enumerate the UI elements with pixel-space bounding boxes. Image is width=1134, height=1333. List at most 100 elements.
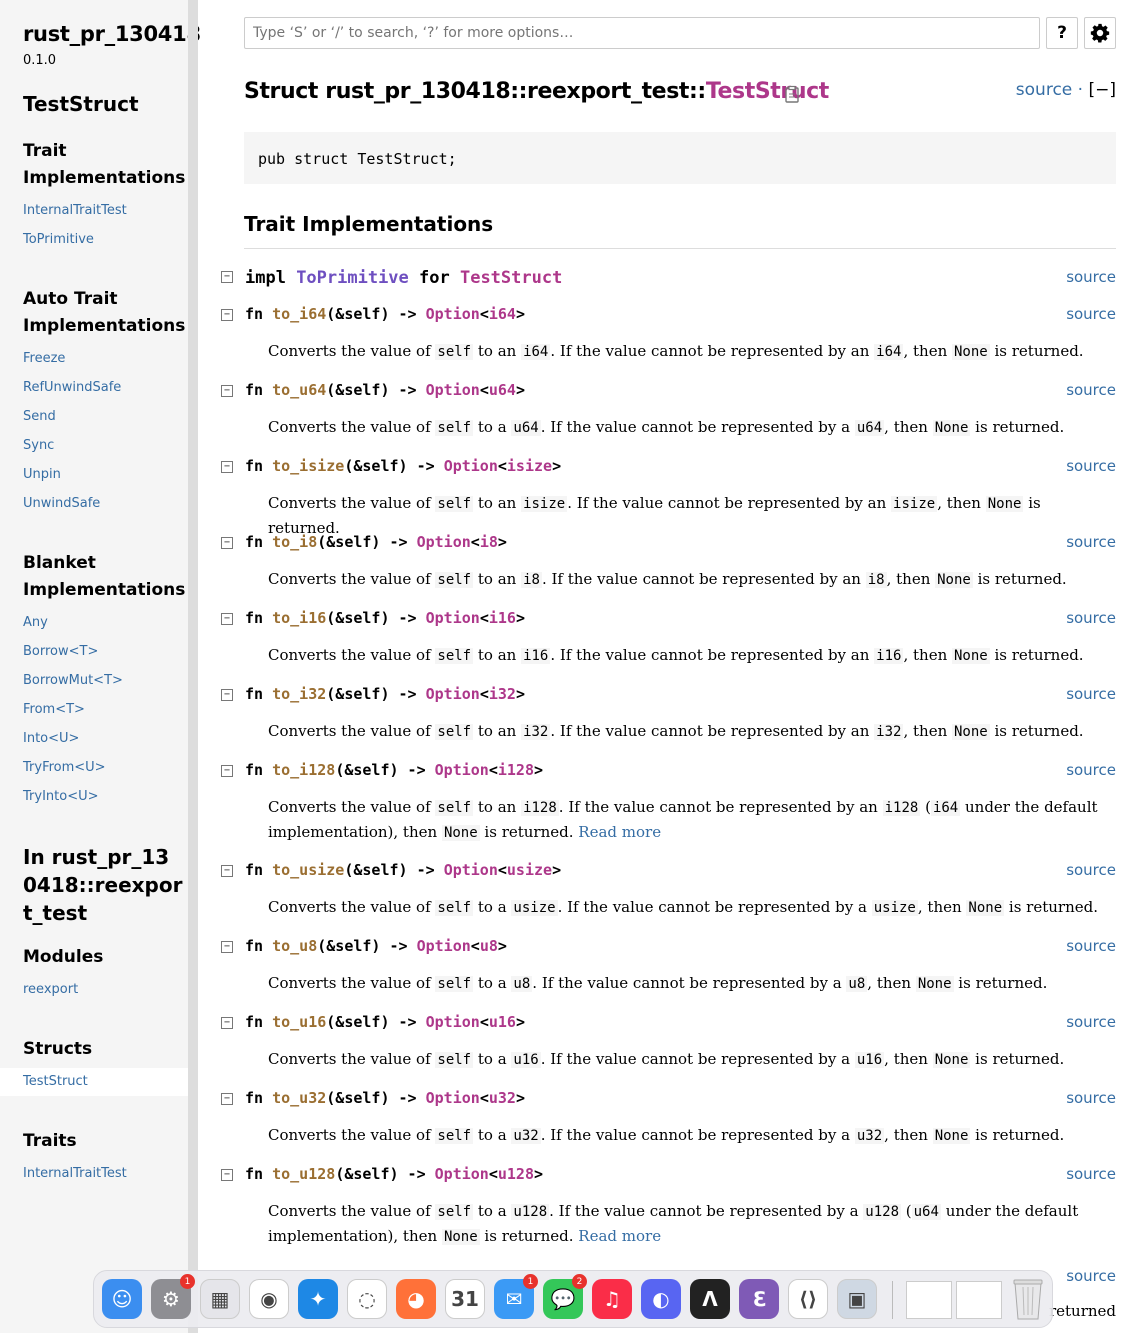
messages-icon[interactable]: 💬 2 <box>543 1274 587 1319</box>
method-toggle[interactable]: − <box>221 309 233 321</box>
method-source-link[interactable]: source <box>1066 1089 1116 1107</box>
option-type-link[interactable]: Option <box>444 861 498 879</box>
sidebar-link-trait[interactable]: InternalTraitTest <box>23 1166 127 1182</box>
partial-source-link[interactable]: source <box>1066 1267 1116 1285</box>
return-type-link[interactable]: u128 <box>498 1165 534 1183</box>
title-struct-name[interactable]: TestStruct <box>706 79 829 104</box>
method-source-link[interactable]: source <box>1066 1013 1116 1031</box>
method-toggle[interactable]: − <box>221 385 233 397</box>
discord-icon[interactable]: ◐ <box>641 1279 681 1319</box>
method-name-link[interactable]: to_u64 <box>272 381 326 399</box>
method-name-link[interactable]: to_u32 <box>272 1089 326 1107</box>
help-button[interactable]: ? <box>1046 17 1078 49</box>
method-name-link[interactable]: to_isize <box>272 457 344 475</box>
terminal-app-icon[interactable]: Λ <box>690 1279 730 1319</box>
option-type-link[interactable]: Option <box>435 761 489 779</box>
sidebar-heading-trait-impls[interactable]: Trait Implementations <box>23 138 185 192</box>
sidebar-link-blanket-impl[interactable]: Into<U> <box>23 731 79 747</box>
return-type-link[interactable]: i8 <box>480 533 498 551</box>
sidebar-link-auto-trait[interactable]: Unpin <box>23 467 61 483</box>
crate-name[interactable]: rust_pr_130418 <box>23 22 201 46</box>
title-source-link[interactable]: source <box>1016 80 1072 100</box>
option-type-link[interactable]: Option <box>444 457 498 475</box>
music-icon[interactable]: ♫ <box>592 1279 632 1319</box>
sidebar-heading-traits[interactable]: Traits <box>23 1128 183 1155</box>
collapse-all-toggle[interactable]: [−] <box>1088 80 1116 100</box>
sidebar-link-auto-trait[interactable]: UnwindSafe <box>23 496 100 512</box>
method-name-link[interactable]: to_u8 <box>272 937 317 955</box>
return-type-link[interactable]: i32 <box>489 685 516 703</box>
system-settings-icon[interactable]: ⚙ 1 <box>151 1274 195 1319</box>
return-type-link[interactable]: i64 <box>489 305 516 323</box>
option-type-link[interactable]: Option <box>426 305 480 323</box>
method-source-link[interactable]: source <box>1066 457 1116 475</box>
return-type-link[interactable]: isize <box>507 457 552 475</box>
method-toggle[interactable]: − <box>221 613 233 625</box>
return-type-link[interactable]: u64 <box>489 381 516 399</box>
method-source-link[interactable]: source <box>1066 381 1116 399</box>
return-type-link[interactable]: i128 <box>498 761 534 779</box>
method-source-link[interactable]: source <box>1066 685 1116 703</box>
sidebar-resizer[interactable] <box>188 0 198 1333</box>
return-type-link[interactable]: u16 <box>489 1013 516 1031</box>
method-source-link[interactable]: source <box>1066 761 1116 779</box>
method-source-link[interactable]: source <box>1066 305 1116 323</box>
finder-icon[interactable]: ☺ <box>102 1279 142 1319</box>
method-name-link[interactable]: to_i128 <box>272 761 335 779</box>
method-source-link[interactable]: source <box>1066 1165 1116 1183</box>
title-path[interactable]: Struct rust_pr_130418::reexport_test:: <box>244 79 706 104</box>
sidebar-link-trait-impl[interactable]: InternalTraitTest <box>23 203 127 219</box>
sidebar-heading-blanket[interactable]: Blanket Implementations <box>23 550 185 604</box>
calendar-icon[interactable]: 31 <box>445 1279 485 1319</box>
method-toggle[interactable]: − <box>221 941 233 953</box>
safari-icon[interactable]: ✦ <box>298 1279 338 1319</box>
sidebar-heading-auto-traits[interactable]: Auto Trait Implementations <box>23 286 185 340</box>
copy-path-icon[interactable] <box>783 85 801 103</box>
return-type-link[interactable]: u32 <box>489 1089 516 1107</box>
sidebar-link-auto-trait[interactable]: Sync <box>23 438 54 454</box>
sidebar-heading-modules[interactable]: Modules <box>23 944 183 971</box>
search-input[interactable] <box>244 17 1040 49</box>
method-name-link[interactable]: to_i16 <box>272 609 326 627</box>
return-type-link[interactable]: u8 <box>480 937 498 955</box>
option-type-link[interactable]: Option <box>417 937 471 955</box>
method-source-link[interactable]: source <box>1066 937 1116 955</box>
mail-icon[interactable]: ✉ 1 <box>494 1274 538 1319</box>
sidebar-item-title[interactable]: TestStruct <box>23 92 139 116</box>
sync-app-icon[interactable]: ◌ <box>347 1279 387 1319</box>
impl-toggle[interactable]: − <box>221 271 233 283</box>
sidebar-link-auto-trait[interactable]: Send <box>23 409 56 425</box>
method-name-link[interactable]: to_i32 <box>272 685 326 703</box>
settings-button[interactable] <box>1084 17 1116 49</box>
method-source-link[interactable]: source <box>1066 861 1116 879</box>
option-type-link[interactable]: Option <box>426 381 480 399</box>
return-type-link[interactable]: i16 <box>489 609 516 627</box>
method-toggle[interactable]: − <box>221 1017 233 1029</box>
method-toggle[interactable]: − <box>221 689 233 701</box>
sidebar-link-module[interactable]: reexport <box>23 982 78 998</box>
sidebar-link-blanket-impl[interactable]: Borrow<T> <box>23 644 98 660</box>
method-name-link[interactable]: to_i8 <box>272 533 317 551</box>
sidebar-heading-structs[interactable]: Structs <box>23 1036 183 1063</box>
option-type-link[interactable]: Option <box>426 1013 480 1031</box>
sidebar-link-blanket-impl[interactable]: From<T> <box>23 702 85 718</box>
method-toggle[interactable]: − <box>221 537 233 549</box>
vscode-icon[interactable]: ⟨⟩ <box>788 1279 828 1319</box>
read-more-link[interactable]: Read more <box>578 1227 661 1245</box>
method-source-link[interactable]: source <box>1066 609 1116 627</box>
sidebar-link-blanket-impl[interactable]: BorrowMut<T> <box>23 673 123 689</box>
sidebar-link-auto-trait[interactable]: Freeze <box>23 351 65 367</box>
sidebar-link-trait-impl[interactable]: ToPrimitive <box>23 232 94 248</box>
emacs-icon[interactable]: ℇ <box>739 1279 779 1319</box>
method-toggle[interactable]: − <box>221 461 233 473</box>
sidebar-link-blanket-impl[interactable]: TryInto<U> <box>23 789 99 805</box>
launchpad-icon[interactable]: ▦ <box>200 1279 240 1319</box>
dock-window-thumbnail[interactable] <box>906 1281 952 1319</box>
option-type-link[interactable]: Option <box>426 609 480 627</box>
method-toggle[interactable]: − <box>221 1169 233 1181</box>
method-source-link[interactable]: source <box>1066 533 1116 551</box>
impl-trait-link[interactable]: ToPrimitive <box>296 268 409 288</box>
sidebar-link-blanket-impl[interactable]: TryFrom<U> <box>23 760 106 776</box>
method-name-link[interactable]: to_u16 <box>272 1013 326 1031</box>
section-heading-trait-impls[interactable]: Trait Implementations <box>244 212 493 236</box>
